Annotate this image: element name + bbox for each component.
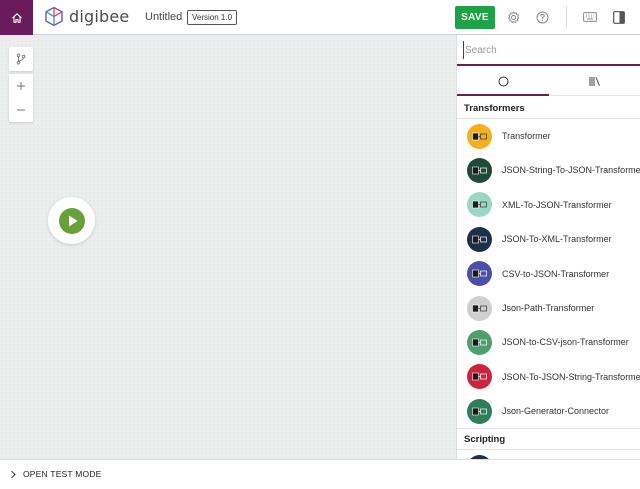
json-path-icon xyxy=(467,295,492,321)
branch-toolbox xyxy=(9,47,33,71)
zoom-in-button[interactable] xyxy=(9,74,33,98)
header-divider xyxy=(566,6,567,28)
library-icon xyxy=(589,77,601,87)
tab-library[interactable] xyxy=(549,68,640,95)
component-item-label: JSON-to-CSV-json-Transformer xyxy=(502,337,629,348)
sidebar-panel-icon xyxy=(613,10,625,24)
section-divider xyxy=(457,428,640,429)
component-item-label: JSON-To-XML-Transformer xyxy=(502,234,612,245)
component-item-label: XML-To-JSON-Transformer xyxy=(502,199,612,210)
save-button[interactable]: SAVE xyxy=(455,6,495,29)
json-to-json-string-icon xyxy=(467,364,492,390)
branch-button[interactable] xyxy=(9,47,33,71)
json-to-xml-icon xyxy=(467,226,492,252)
open-test-mode-label: OPEN TEST MODE xyxy=(23,469,102,479)
logo-text: digibee xyxy=(69,7,130,26)
transformer-icon xyxy=(467,123,492,149)
home-icon xyxy=(11,12,22,23)
settings-button[interactable] xyxy=(505,9,521,25)
component-item-label: JSON-To-JSON-String-Transformer xyxy=(502,371,640,382)
open-test-mode-button[interactable]: OPEN TEST MODE xyxy=(10,469,102,479)
bottom-bar: OPEN TEST MODE xyxy=(0,459,640,489)
gear-icon xyxy=(507,10,519,23)
pipeline-canvas[interactable] xyxy=(0,35,456,459)
minus-icon xyxy=(17,109,25,111)
section-divider xyxy=(457,449,640,450)
component-item-label: JSON-String-To-JSON-Transformer xyxy=(502,165,640,176)
component-item[interactable]: JSON-String-To-JSON-Transformer xyxy=(457,153,640,187)
json-to-csv-icon xyxy=(467,329,492,355)
panel-tabs xyxy=(457,68,640,96)
keyboard-shortcuts-button[interactable] xyxy=(582,9,598,25)
toggle-panel-button[interactable] xyxy=(611,9,627,25)
home-button[interactable] xyxy=(0,0,33,35)
version-badge: Version 1.0 xyxy=(187,10,238,25)
zoom-toolbox xyxy=(9,74,33,122)
component-item[interactable]: JSON-to-CSV-json-Transformer xyxy=(457,325,640,359)
top-bar: digibee Untitled Version 1.0 SAVE xyxy=(0,0,640,35)
help-icon xyxy=(536,11,548,23)
component-item-label: Json-Path-Transformer xyxy=(502,303,595,313)
play-icon xyxy=(58,207,85,234)
component-item-label: Transformer xyxy=(502,131,551,141)
json-generator-icon xyxy=(467,398,492,424)
csv-to-json-icon xyxy=(467,261,492,287)
component-item[interactable]: XML-To-JSON-Transformer xyxy=(457,188,640,222)
zoom-out-button[interactable] xyxy=(9,98,33,122)
component-item[interactable]: JSON-To-JSON-String-Transformer xyxy=(457,360,640,394)
circle-icon xyxy=(498,76,508,87)
section-title-scripting: Scripting xyxy=(464,434,506,445)
digibee-logo[interactable]: digibee xyxy=(44,6,129,27)
component-item[interactable]: Json-Generator-Connector xyxy=(457,394,640,428)
component-item[interactable]: Json-Path-Transformer xyxy=(457,291,640,325)
component-item[interactable]: CSV-to-JSON-Transformer xyxy=(457,257,640,291)
components-panel: Transformers Transformer JSON-String-To-J… xyxy=(456,35,640,459)
git-branch-icon xyxy=(16,53,26,65)
digibee-cube-icon xyxy=(45,6,63,27)
json-string-to-json-icon xyxy=(467,157,492,183)
search-input[interactable] xyxy=(463,41,633,59)
component-item[interactable]: JSON-To-XML-Transformer xyxy=(457,222,640,256)
component-item-label: CSV-to-JSON-Transformer xyxy=(502,268,610,279)
pipeline-title[interactable]: Untitled xyxy=(145,11,182,23)
xml-to-json-icon xyxy=(467,192,492,218)
help-button[interactable] xyxy=(534,9,550,25)
keyboard-icon xyxy=(583,12,597,22)
tab-components[interactable] xyxy=(457,68,549,96)
chevron-right-icon xyxy=(11,470,16,478)
search-bar xyxy=(457,35,640,66)
plus-icon xyxy=(17,82,25,90)
section-title-transformers: Transformers xyxy=(464,103,525,114)
component-item[interactable]: Transformer xyxy=(457,119,640,153)
start-node[interactable] xyxy=(48,197,95,244)
component-item-label: Json-Generator-Connector xyxy=(502,406,610,417)
